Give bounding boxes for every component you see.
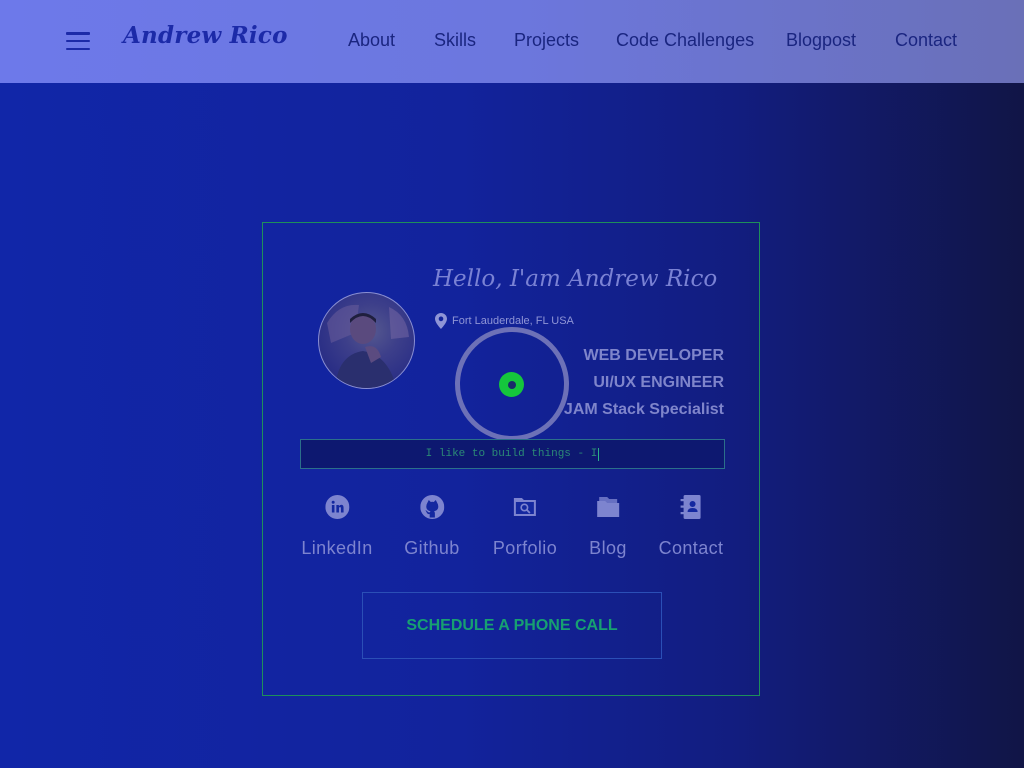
role-web-developer: WEB DEVELOPER: [583, 347, 724, 364]
nav-link-skills[interactable]: Skills: [434, 30, 476, 51]
social-link-contact[interactable]: Contact: [659, 492, 724, 559]
social-label-blog: Blog: [589, 538, 627, 558]
avatar: [318, 292, 415, 389]
nav-link-projects[interactable]: Projects: [514, 30, 579, 51]
nav-links: About Skills Projects Code Challenges Bl…: [0, 30, 1024, 54]
nav-link-contact[interactable]: Contact: [895, 30, 957, 51]
social-label-portfolio: Porfolio: [492, 538, 558, 558]
social-label-github: Github: [404, 538, 460, 558]
location-pin-icon: [435, 313, 447, 329]
social-link-blog[interactable]: Blog: [589, 492, 627, 559]
social-label-linkedin: LinkedIn: [301, 538, 373, 558]
social-label-contact: Contact: [658, 538, 724, 558]
schedule-call-button[interactable]: SCHEDULE A PHONE CALL: [362, 592, 662, 659]
linkedin-icon: [324, 492, 350, 522]
text-caret: [598, 447, 600, 461]
nav-link-code-challenges[interactable]: Code Challenges: [616, 30, 754, 51]
social-link-portfolio[interactable]: Porfolio: [493, 492, 557, 559]
social-link-linkedin[interactable]: LinkedIn: [301, 492, 372, 559]
portfolio-icon: [512, 492, 538, 522]
github-icon: [419, 492, 445, 522]
typing-text: I like to build things - I: [425, 448, 598, 460]
role-jam-stack-specialist: JAM Stack Specialist: [563, 401, 724, 418]
loading-spinner-dot: [499, 372, 524, 397]
navbar: Andrew Rico About Skills Projects Code C…: [0, 0, 1024, 83]
social-links: LinkedIn Github Porfolio Blog Contact: [0, 492, 1024, 572]
nav-link-about[interactable]: About: [348, 30, 395, 51]
nav-link-blogpost[interactable]: Blogpost: [786, 30, 856, 51]
location-text: Fort Lauderdale, FL USA: [452, 315, 574, 327]
typing-text-box: I like to build things - I: [300, 439, 725, 469]
contact-book-icon: [678, 492, 704, 522]
folder-icon: [595, 492, 621, 522]
social-link-github[interactable]: Github: [404, 492, 459, 559]
greeting-heading: Hello, I'am Andrew Rico: [433, 266, 718, 292]
